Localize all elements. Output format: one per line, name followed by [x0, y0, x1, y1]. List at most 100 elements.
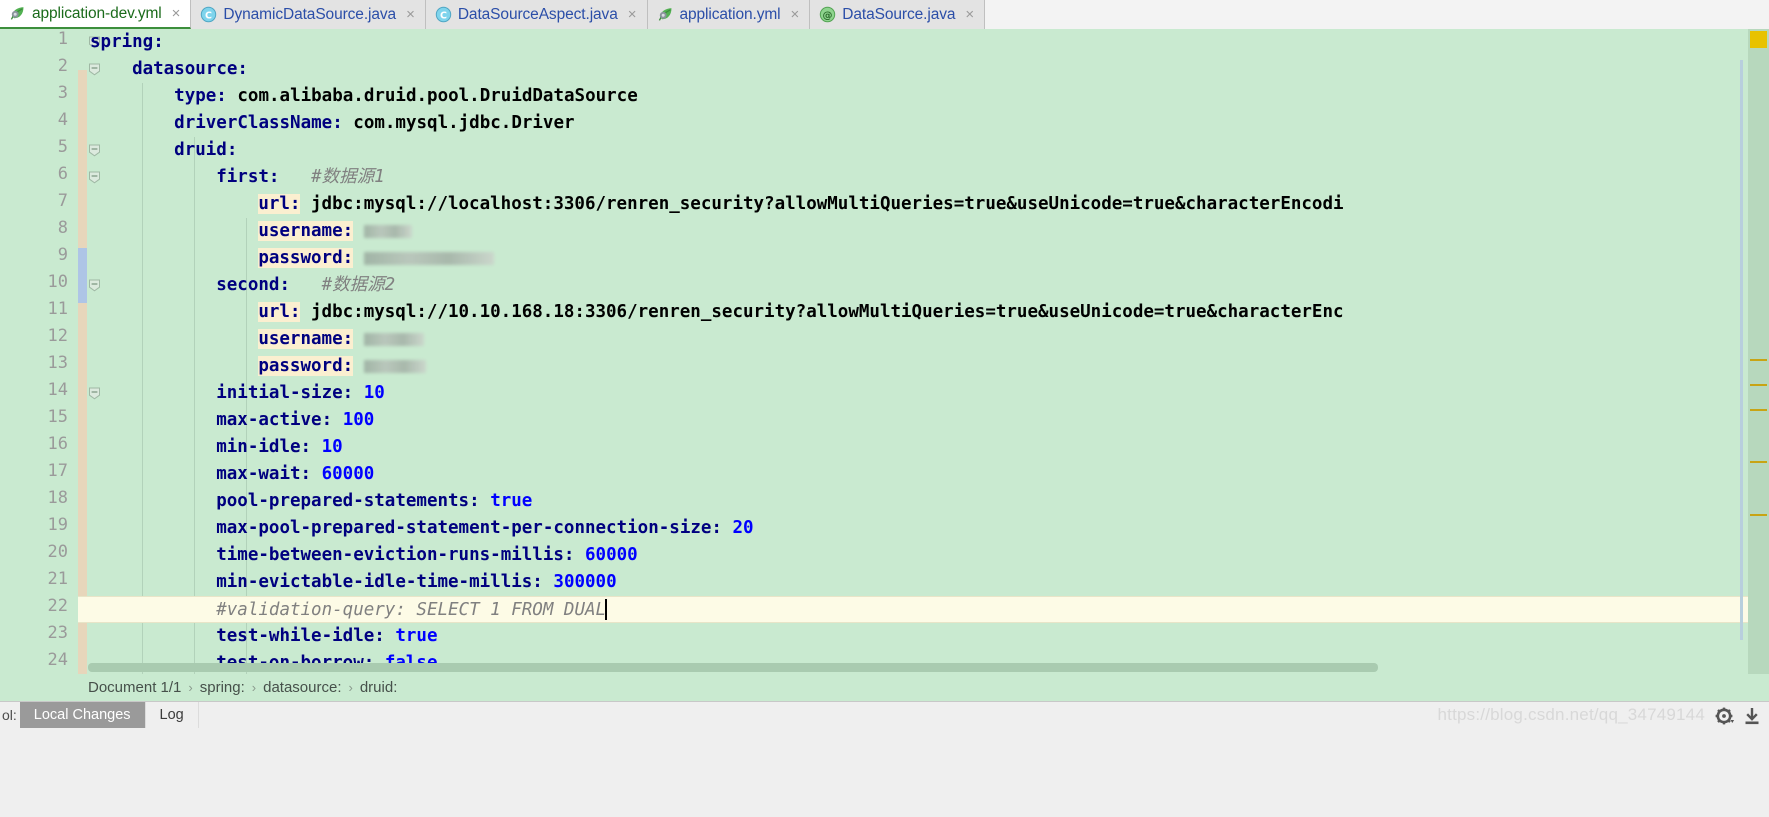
line-number: 4: [57, 110, 68, 130]
code-line[interactable]: first: #数据源1: [78, 164, 1769, 191]
code-token: time-between-eviction-runs-millis:: [216, 545, 575, 565]
code-line[interactable]: spring:: [78, 29, 1769, 56]
vertical-scrollbar-thumb[interactable]: [1740, 60, 1743, 640]
code-token: true: [490, 491, 533, 511]
line-number: 18: [47, 488, 68, 508]
code-token: com.alibaba.druid.pool.DruidDataSource: [237, 86, 638, 106]
code-line[interactable]: driverClassName: com.mysql.jdbc.Driver: [78, 110, 1769, 137]
tool-window-tabs: ol: Local Changes Log: [0, 702, 199, 728]
tool-window-tab-2[interactable]: Log: [145, 702, 199, 728]
code-line[interactable]: time-between-eviction-runs-millis: 60000: [78, 542, 1769, 569]
code-line[interactable]: password:: [78, 353, 1769, 380]
watermark-text: https://blog.csdn.net/qq_34749144: [1437, 705, 1705, 724]
code-token: 10: [321, 437, 343, 457]
horizontal-scrollbar[interactable]: [88, 663, 1378, 672]
breadcrumb-item-4[interactable]: druid:: [360, 679, 398, 696]
breadcrumb-item-2[interactable]: spring:: [200, 679, 245, 696]
code-token: 60000: [321, 464, 375, 484]
code-token: 60000: [585, 545, 638, 565]
editor-marker-bar[interactable]: [1748, 29, 1769, 674]
editor-tab-2[interactable]: C DynamicDataSource.java ×: [191, 0, 426, 29]
line-number: 13: [47, 353, 68, 373]
yaml-file-icon: [9, 5, 26, 22]
warning-marker[interactable]: [1750, 359, 1767, 361]
code-content[interactable]: spring: datasource: type: com.alibaba.drui…: [78, 29, 1769, 674]
close-icon[interactable]: ×: [965, 7, 974, 22]
code-line[interactable]: datasource:: [78, 56, 1769, 83]
line-number: 6: [57, 164, 68, 184]
redacted-value: [363, 251, 494, 265]
code-token: password:: [258, 356, 354, 376]
gear-icon[interactable]: [1715, 706, 1735, 726]
warning-marker[interactable]: [1750, 409, 1767, 411]
line-number: 21: [47, 569, 68, 589]
code-line[interactable]: test-while-idle: true: [78, 623, 1769, 650]
editor-tab-label: application.yml: [679, 5, 781, 23]
warning-marker[interactable]: [1750, 461, 1767, 463]
editor-tab-5[interactable]: @ DataSource.java ×: [810, 0, 986, 29]
code-token: 300000: [553, 572, 617, 592]
code-token: url:: [258, 302, 301, 322]
code-token: true: [395, 626, 438, 646]
yaml-file-icon: [657, 6, 674, 23]
redacted-value: [363, 224, 412, 238]
line-number: 1: [57, 29, 68, 49]
inspection-status-indicator[interactable]: [1750, 31, 1767, 48]
line-number: 12: [47, 326, 68, 346]
code-token: 10: [363, 383, 385, 403]
close-icon[interactable]: ×: [791, 7, 800, 22]
editor-tab-3[interactable]: C DataSourceAspect.java ×: [425, 0, 648, 29]
code-line[interactable]: min-evictable-idle-time-millis: 300000: [78, 569, 1769, 596]
code-line[interactable]: #validation-query: SELECT 1 FROM DUAL: [78, 596, 1769, 623]
breadcrumb: Document 1/1 › spring: › datasource: › druid:: [0, 674, 1769, 701]
code-line[interactable]: max-active: 100: [78, 407, 1769, 434]
close-icon[interactable]: ×: [406, 7, 415, 22]
editor-tab-1[interactable]: application-dev.yml ×: [0, 0, 192, 29]
code-token: #数据源1: [311, 167, 385, 187]
code-line[interactable]: initial-size: 10: [78, 380, 1769, 407]
code-line[interactable]: max-pool-prepared-statement-per-connecti…: [78, 515, 1769, 542]
code-line[interactable]: url: jdbc:mysql://10.10.168.18:3306/renr…: [78, 299, 1769, 326]
breadcrumb-item-1[interactable]: Document 1/1: [88, 679, 181, 696]
editor-tab-4[interactable]: application.yml ×: [647, 0, 811, 29]
redacted-value: [363, 359, 426, 373]
download-icon[interactable]: [1743, 706, 1761, 726]
code-line[interactable]: max-wait: 60000: [78, 461, 1769, 488]
code-line[interactable]: username:: [78, 218, 1769, 245]
code-token: 100: [342, 410, 375, 430]
code-token: username:: [258, 221, 354, 241]
tool-window-tab-1[interactable]: Local Changes: [19, 702, 146, 728]
close-icon[interactable]: ×: [628, 7, 637, 22]
warning-marker[interactable]: [1750, 384, 1767, 386]
close-icon[interactable]: ×: [172, 6, 181, 21]
warning-marker[interactable]: [1750, 514, 1767, 516]
code-line[interactable]: type: com.alibaba.druid.pool.DruidDataSo…: [78, 83, 1769, 110]
code-line[interactable]: min-idle: 10: [78, 434, 1769, 461]
tool-window-label: ol:: [2, 707, 17, 723]
code-line[interactable]: username:: [78, 326, 1769, 353]
ide-window: application-dev.yml × C DynamicDataSource.j…: [0, 0, 1769, 817]
code-line[interactable]: druid:: [78, 137, 1769, 164]
editor-tab-label: DataSourceAspect.java: [457, 5, 618, 23]
breadcrumb-separator: ›: [188, 680, 193, 695]
code-token: datasource:: [132, 59, 248, 79]
java-class-icon: C: [200, 6, 217, 23]
code-token: password:: [258, 248, 354, 268]
code-line[interactable]: password:: [78, 245, 1769, 272]
code-line[interactable]: url: jdbc:mysql://localhost:3306/renren_…: [78, 191, 1769, 218]
code-line[interactable]: second: #数据源2: [78, 272, 1769, 299]
code-line[interactable]: pool-prepared-statements: true: [78, 488, 1769, 515]
breadcrumb-item-3[interactable]: datasource:: [263, 679, 341, 696]
line-number: 16: [47, 434, 68, 454]
breadcrumb-separator: ›: [348, 680, 353, 695]
code-editor[interactable]: 1 2 3 4 5 6 7 8 9 10 11 12 13 14 15 16 17 18 19 20 21 22 23 24 …: [0, 29, 1769, 674]
